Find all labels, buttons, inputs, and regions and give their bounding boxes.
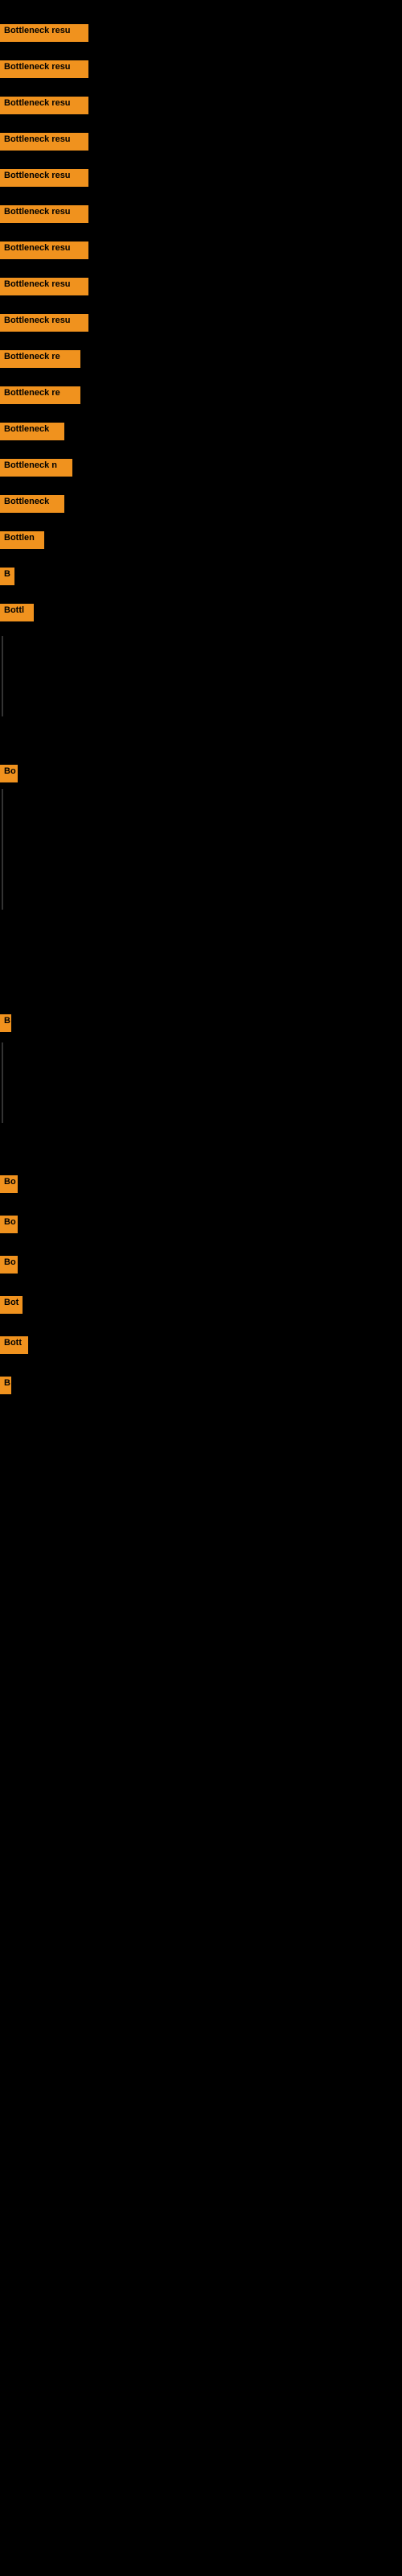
bottleneck-badge-22[interactable]: Bo bbox=[0, 1256, 18, 1274]
bottleneck-badge-12[interactable]: Bottleneck bbox=[0, 423, 64, 440]
bottleneck-badge-20[interactable]: Bo bbox=[0, 1175, 18, 1193]
bottleneck-badge-9[interactable]: Bottleneck resu bbox=[0, 314, 88, 332]
bottleneck-badge-8[interactable]: Bottleneck resu bbox=[0, 278, 88, 295]
bottleneck-badge-15[interactable]: Bottlen bbox=[0, 531, 44, 549]
bottleneck-badge-25[interactable]: B bbox=[0, 1377, 11, 1394]
bottleneck-badge-4[interactable]: Bottleneck resu bbox=[0, 133, 88, 151]
bottleneck-badge-13[interactable]: Bottleneck n bbox=[0, 459, 72, 477]
bottleneck-badge-6[interactable]: Bottleneck resu bbox=[0, 205, 88, 223]
bottleneck-badge-24[interactable]: Bott bbox=[0, 1336, 28, 1354]
bottleneck-badge-3[interactable]: Bottleneck resu bbox=[0, 97, 88, 114]
bottleneck-badge-21[interactable]: Bo bbox=[0, 1216, 18, 1233]
vertical-line-3 bbox=[2, 1042, 3, 1123]
bottleneck-badge-17[interactable]: Bottl bbox=[0, 604, 34, 621]
bottleneck-badge-23[interactable]: Bot bbox=[0, 1296, 23, 1314]
bottleneck-badge-18[interactable]: Bo bbox=[0, 765, 18, 782]
bottleneck-badge-10[interactable]: Bottleneck re bbox=[0, 350, 80, 368]
bottleneck-badge-14[interactable]: Bottleneck bbox=[0, 495, 64, 513]
bottleneck-badge-19[interactable]: B bbox=[0, 1014, 11, 1032]
bottleneck-badge-7[interactable]: Bottleneck resu bbox=[0, 242, 88, 259]
bottleneck-badge-2[interactable]: Bottleneck resu bbox=[0, 60, 88, 78]
vertical-line-1 bbox=[2, 636, 3, 716]
vertical-line-2 bbox=[2, 789, 3, 910]
bottleneck-badge-1[interactable]: Bottleneck resu bbox=[0, 24, 88, 42]
bottleneck-badge-16[interactable]: B bbox=[0, 568, 14, 585]
bottleneck-badge-5[interactable]: Bottleneck resu bbox=[0, 169, 88, 187]
bottleneck-badge-11[interactable]: Bottleneck re bbox=[0, 386, 80, 404]
